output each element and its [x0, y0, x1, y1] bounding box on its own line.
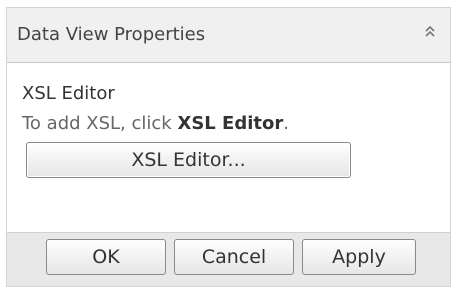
panel-header: Data View Properties	[7, 8, 450, 63]
ok-button[interactable]: OK	[46, 239, 166, 275]
apply-button[interactable]: Apply	[302, 239, 416, 275]
cancel-button[interactable]: Cancel	[174, 239, 294, 275]
xsl-editor-button[interactable]: XSL Editor...	[26, 142, 351, 178]
hint-bold: XSL Editor	[177, 113, 284, 134]
double-chevron-up-icon[interactable]	[422, 21, 438, 43]
xsl-editor-hint: To add XSL, click XSL Editor.	[22, 113, 289, 134]
hint-prefix: To add XSL, click	[22, 113, 178, 134]
hint-suffix: .	[283, 113, 289, 134]
xsl-editor-section-title: XSL Editor	[22, 83, 115, 104]
panel-title: Data View Properties	[17, 24, 206, 45]
